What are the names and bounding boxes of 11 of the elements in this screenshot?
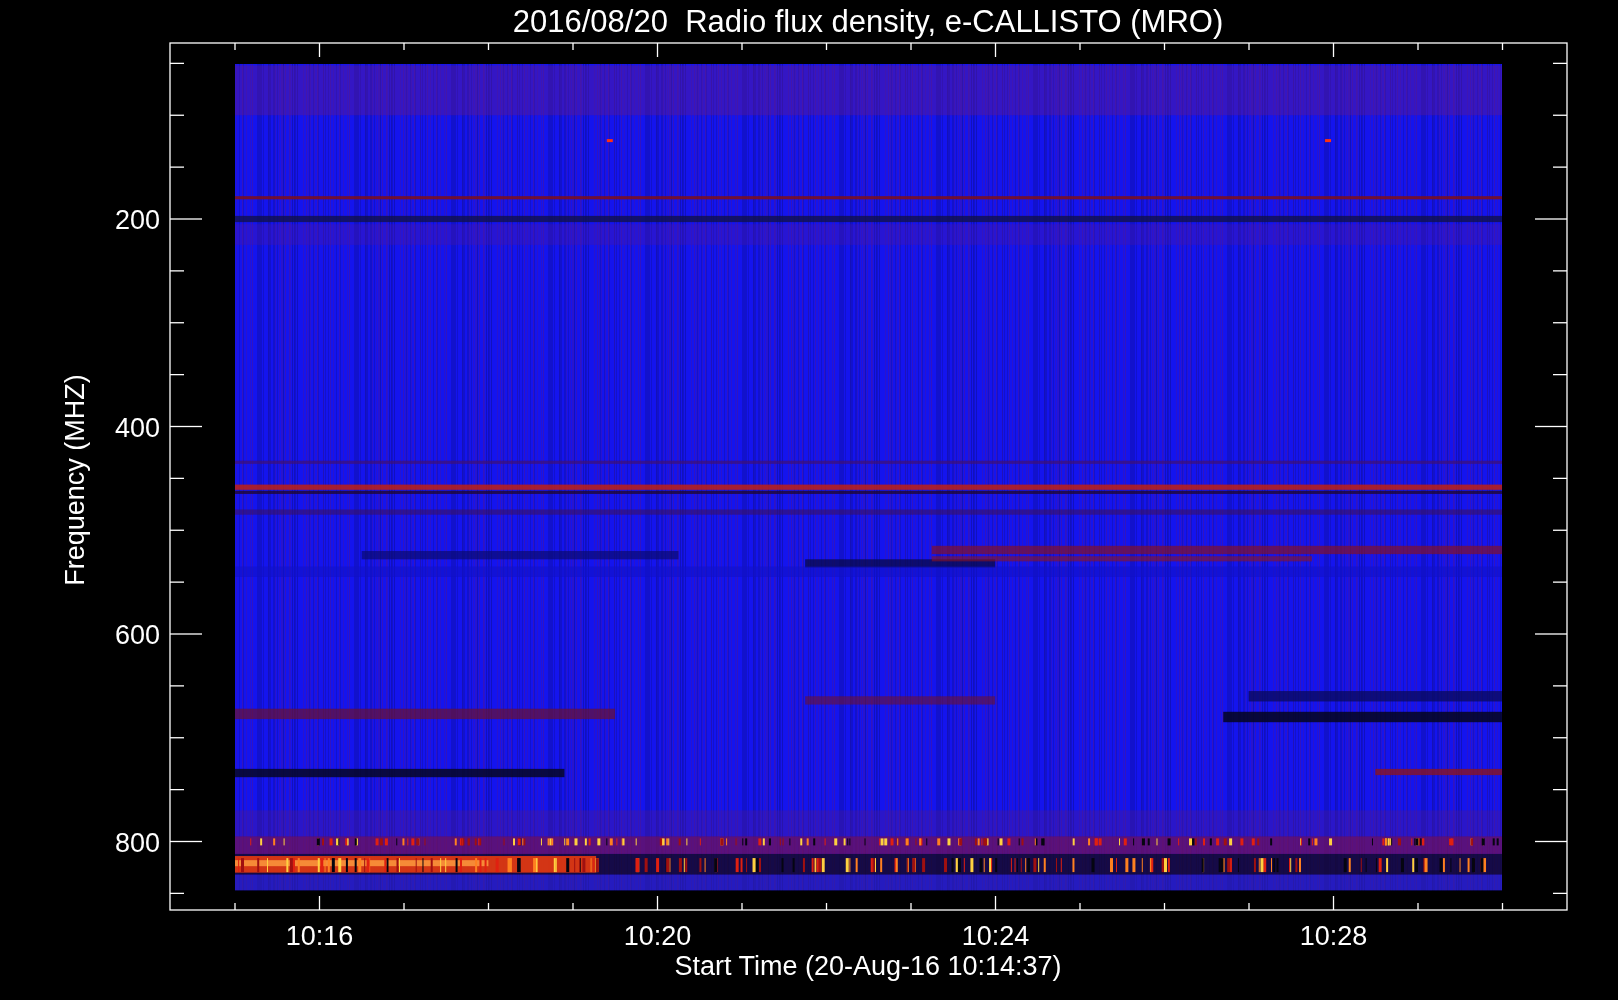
- y-tick-label: 200: [114, 205, 160, 235]
- y-tick-label: 600: [114, 620, 160, 650]
- x-axis-title: Start Time (20-Aug-16 10:14:37): [674, 951, 1062, 981]
- y-axis-title: Frequency (MHZ): [60, 374, 90, 586]
- x-tick-label: 10:20: [623, 921, 692, 951]
- chart-title: 2016/08/20 Radio flux density, e-CALLISTO (MRO): [512, 4, 1224, 39]
- x-tick-label: 10:24: [961, 921, 1030, 951]
- y-tick-label: 800: [114, 827, 160, 858]
- x-tick-label: 10:28: [1299, 921, 1368, 951]
- y-tick-label: 400: [114, 412, 160, 443]
- x-tick-label: 10:16: [285, 921, 354, 951]
